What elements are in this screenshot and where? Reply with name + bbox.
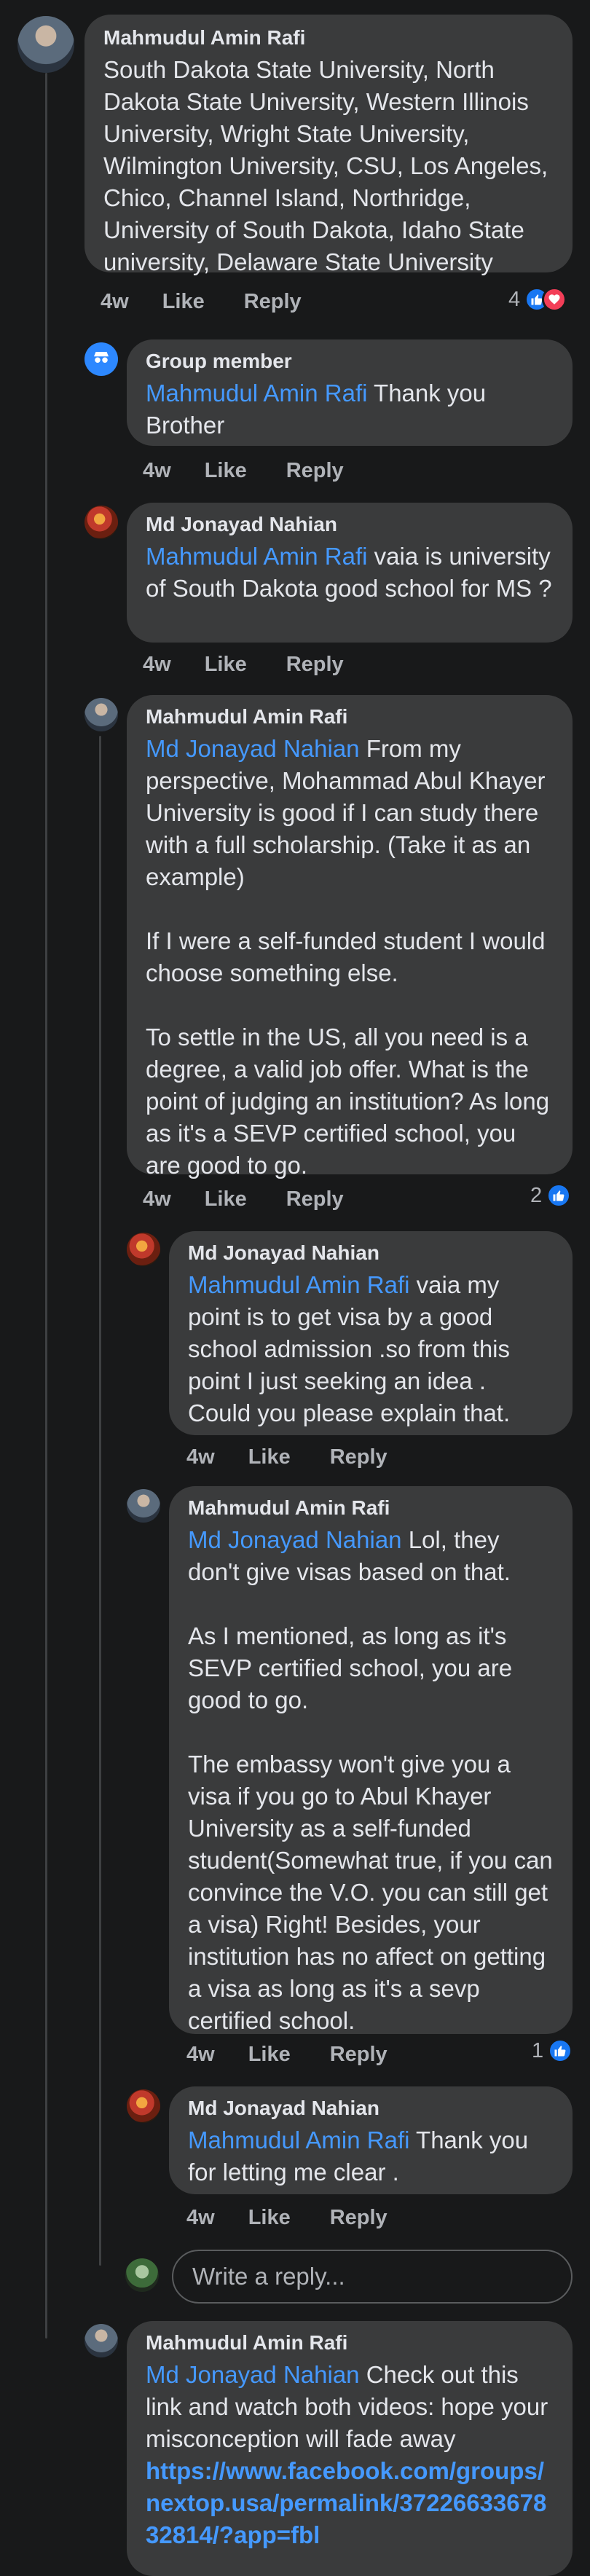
reply-button[interactable]: Reply <box>330 2043 388 2067</box>
reply-button[interactable]: Reply <box>286 653 344 677</box>
comment-bubble: Md Jonayad Nahian Mahmudul Amin Rafi Tha… <box>169 2086 573 2194</box>
comment-text: Md Jonayad Nahian Check out this link an… <box>146 2359 554 2551</box>
reply-button[interactable]: Reply <box>286 1187 344 1212</box>
comment-text: Md Jonayad Nahian Lol, they don't give v… <box>188 1526 553 2034</box>
avatar[interactable] <box>127 1233 160 1266</box>
comment-actions: 4w Like Reply <box>186 2040 427 2069</box>
comment-actions: 4w Like Reply <box>143 456 383 485</box>
mention-link[interactable]: Md Jonayad Nahian <box>188 1526 402 1553</box>
timestamp[interactable]: 4w <box>101 290 129 314</box>
like-button[interactable]: Like <box>248 1445 291 1469</box>
comment-actions: 4w Like Reply <box>101 287 341 316</box>
comment-actions: 4w Like Reply <box>143 650 383 679</box>
timestamp[interactable]: 4w <box>186 1445 215 1469</box>
timestamp[interactable]: 4w <box>143 459 171 483</box>
comment-bubble: Mahmudul Amin Rafi South Dakota State Un… <box>84 15 573 275</box>
reply-input[interactable]: Write a reply... <box>172 2250 573 2304</box>
timestamp[interactable]: 4w <box>143 653 171 677</box>
thumbs-up-icon <box>548 2038 573 2063</box>
mention-link[interactable]: Mahmudul Amin Rafi <box>188 1271 409 1298</box>
comment-text: Mahmudul Amin Rafi vaia is university of… <box>146 543 552 602</box>
reaction-summary[interactable]: 4 <box>508 287 567 312</box>
mention-link[interactable]: Mahmudul Amin Rafi <box>188 2127 409 2153</box>
comment-actions: 4w Like Reply <box>186 2203 427 2232</box>
timestamp[interactable]: 4w <box>186 2043 215 2067</box>
like-button[interactable]: Like <box>205 1187 247 1212</box>
like-button[interactable]: Like <box>205 653 247 677</box>
reply-button[interactable]: Reply <box>330 1445 388 1469</box>
avatar[interactable] <box>84 698 118 731</box>
comment-text: South Dakota State University, North Dak… <box>103 56 548 275</box>
comment-text: Mahmudul Amin Rafi vaia my point is to g… <box>188 1271 511 1426</box>
reply-placeholder: Write a reply... <box>192 2263 345 2290</box>
mention-link[interactable]: Md Jonayad Nahian <box>146 2361 360 2388</box>
comment-author[interactable]: Md Jonayad Nahian <box>146 511 554 538</box>
avatar[interactable] <box>17 16 74 73</box>
avatar[interactable] <box>84 2324 118 2357</box>
reaction-count: 4 <box>508 287 521 311</box>
comment-text: Md Jonayad Nahian From my perspective, M… <box>146 735 550 1179</box>
comment-author[interactable]: Group member <box>146 348 554 374</box>
comment-bubble: Md Jonayad Nahian Mahmudul Amin Rafi vai… <box>169 1231 573 1435</box>
like-button[interactable]: Like <box>162 290 205 314</box>
comment-bubble: Mahmudul Amin Rafi Md Jonayad Nahian Lol… <box>169 1486 573 2034</box>
mention-link[interactable]: Mahmudul Amin Rafi <box>146 543 367 570</box>
thread-line <box>45 73 47 2339</box>
url-link[interactable]: https://www.facebook.com/groups/nextop.u… <box>146 2455 554 2551</box>
anonymous-user-icon <box>94 352 109 363</box>
reply-button[interactable]: Reply <box>330 2206 388 2230</box>
comment-bubble: Md Jonayad Nahian Mahmudul Amin Rafi vai… <box>127 503 573 643</box>
comment-bubble: Mahmudul Amin Rafi Md Jonayad Nahian Che… <box>127 2321 573 2576</box>
thumbs-up-icon <box>546 1183 572 1208</box>
reaction-summary[interactable]: 2 <box>530 1183 572 1208</box>
comment-actions: 4w Like Reply <box>186 1442 427 1472</box>
avatar[interactable] <box>127 1489 160 1523</box>
current-user-avatar <box>125 2258 159 2292</box>
comment-actions: 4w Like Reply <box>143 1185 383 1214</box>
avatar[interactable] <box>84 506 118 539</box>
like-button[interactable]: Like <box>205 459 247 483</box>
comment-author[interactable]: Mahmudul Amin Rafi <box>146 2330 554 2356</box>
like-button[interactable]: Like <box>248 2206 291 2230</box>
reaction-count: 1 <box>532 2038 544 2062</box>
mention-link[interactable]: Md Jonayad Nahian <box>146 735 360 762</box>
thread-line <box>99 736 101 2266</box>
comment-author[interactable]: Md Jonayad Nahian <box>188 1240 554 1266</box>
comment-text: Mahmudul Amin Rafi Thank you for letting… <box>188 2127 529 2186</box>
like-button[interactable]: Like <box>248 2043 291 2067</box>
reaction-summary[interactable]: 1 <box>532 2038 573 2063</box>
avatar[interactable] <box>84 342 118 376</box>
comment-bubble: Group member Mahmudul Amin Rafi Thank yo… <box>127 339 573 446</box>
timestamp[interactable]: 4w <box>143 1187 171 1212</box>
heart-icon <box>542 287 567 312</box>
avatar[interactable] <box>127 2089 160 2123</box>
comment-author[interactable]: Mahmudul Amin Rafi <box>103 25 554 51</box>
reply-button[interactable]: Reply <box>244 290 302 314</box>
comment-author[interactable]: Md Jonayad Nahian <box>188 2095 554 2121</box>
comment-bubble: Mahmudul Amin Rafi Md Jonayad Nahian Fro… <box>127 695 573 1179</box>
mention-link[interactable]: Mahmudul Amin Rafi <box>146 380 367 407</box>
reply-button[interactable]: Reply <box>286 459 344 483</box>
comment-author[interactable]: Mahmudul Amin Rafi <box>188 1495 554 1521</box>
comment-author[interactable]: Mahmudul Amin Rafi <box>146 704 554 730</box>
reaction-count: 2 <box>530 1183 543 1207</box>
timestamp[interactable]: 4w <box>186 2206 215 2230</box>
comment-text: Mahmudul Amin Rafi Thank you Brother <box>146 380 487 439</box>
